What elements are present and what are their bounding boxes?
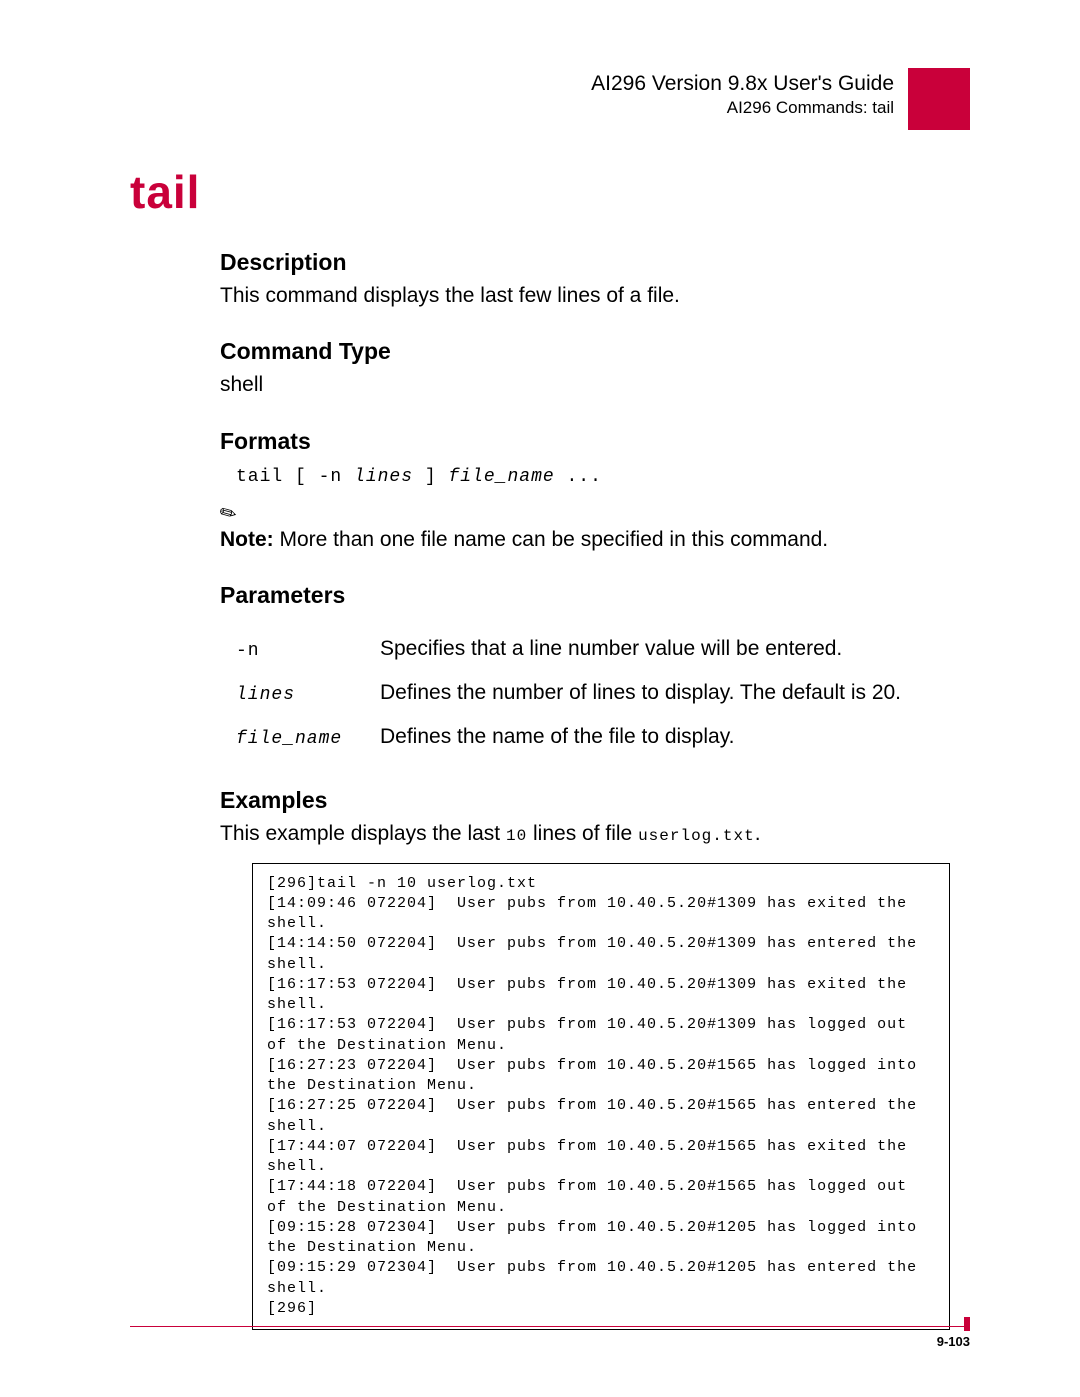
note-text: More than one file name can be specified… (274, 528, 828, 551)
command-type-text: shell (220, 371, 960, 399)
guide-title: AI296 Version 9.8x User's Guide (591, 72, 894, 96)
format-mid: ] (413, 467, 448, 487)
example-intro-a: This example displays the last (220, 822, 506, 845)
param-row: file_name Defines the name of the file t… (236, 715, 915, 759)
example-intro: This example displays the last 10 lines … (220, 820, 960, 848)
command-title: tail (130, 165, 970, 219)
note-label: Note: (220, 528, 274, 551)
format-line: tail [ -n lines ] file_name ... (236, 461, 960, 489)
accent-box (908, 68, 970, 130)
example-code-file: userlog.txt (638, 827, 755, 845)
header-text: AI296 Version 9.8x User's Guide AI296 Co… (591, 68, 908, 130)
param-row: -n Specifies that a line number value wi… (236, 627, 915, 671)
heading-description: Description (220, 249, 960, 276)
description-text: This command displays the last few lines… (220, 282, 960, 310)
note-row: Note: More than one file name can be spe… (220, 526, 960, 554)
param-name-lines: lines (236, 685, 295, 705)
heading-formats: Formats (220, 428, 960, 455)
pencil-icon: ✎ (215, 499, 242, 529)
param-name-n: -n (236, 641, 260, 661)
param-desc-n: Specifies that a line number value will … (380, 627, 915, 671)
page-header: AI296 Version 9.8x User's Guide AI296 Co… (591, 68, 970, 130)
param-name-filename: file_name (236, 729, 342, 749)
example-output: [296]tail -n 10 userlog.txt [14:09:46 07… (252, 863, 950, 1331)
example-intro-c: . (755, 822, 761, 845)
page-number: 9-103 (937, 1334, 970, 1349)
format-arg-filename: file_name (448, 467, 554, 487)
guide-subtitle: AI296 Commands: tail (591, 98, 894, 118)
parameters-table: -n Specifies that a line number value wi… (236, 627, 915, 759)
example-intro-b: lines of file (527, 822, 638, 845)
param-desc-filename: Defines the name of the file to display. (380, 715, 915, 759)
example-code-10: 10 (506, 827, 527, 845)
content: Description This command displays the la… (220, 249, 960, 1330)
footer-accent (964, 1317, 970, 1331)
heading-examples: Examples (220, 787, 960, 814)
page: AI296 Version 9.8x User's Guide AI296 Co… (0, 0, 1080, 1397)
format-arg-lines: lines (354, 467, 413, 487)
heading-command-type: Command Type (220, 338, 960, 365)
note-block: ✎ (220, 501, 960, 526)
format-cmd: tail [ -n (236, 467, 354, 487)
param-row: lines Defines the number of lines to dis… (236, 671, 915, 715)
heading-parameters: Parameters (220, 582, 960, 609)
format-suffix: ... (555, 467, 602, 487)
param-desc-lines: Defines the number of lines to display. … (380, 671, 915, 715)
footer-rule (130, 1326, 970, 1327)
